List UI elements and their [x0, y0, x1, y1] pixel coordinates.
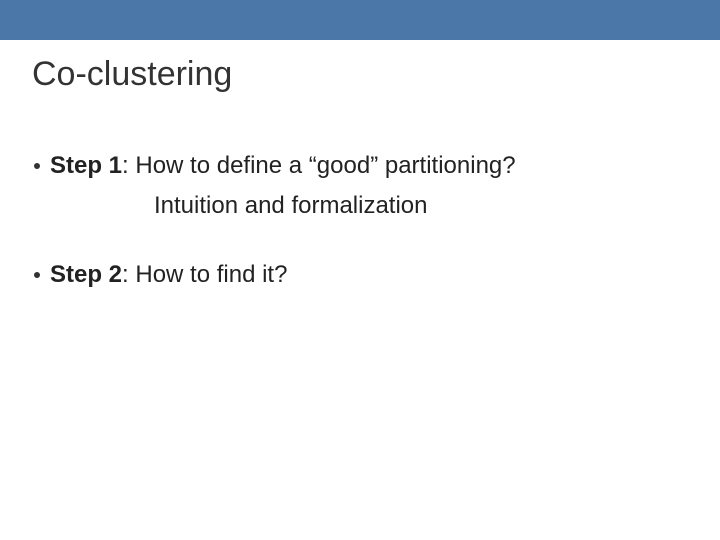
bullet-label: Step 2 — [50, 261, 122, 288]
bullet-dot-icon — [34, 272, 40, 278]
slide-content: Step 1: How to define a “good” partition… — [34, 150, 686, 299]
bullet-text: Step 2: How to find it? — [50, 259, 287, 291]
bullet-text: Step 1: How to define a “good” partition… — [50, 150, 516, 182]
bullet-item: Step 1: How to define a “good” partition… — [34, 150, 686, 182]
bullet-rest: : How to find it? — [122, 261, 287, 288]
bullet-label: Step 1 — [50, 152, 122, 179]
bullet-subtext: Intuition and formalization — [154, 190, 686, 222]
bullet-rest: : How to define a “good” partitioning? — [122, 152, 516, 179]
top-accent-bar — [0, 0, 720, 40]
slide-title: Co-clustering — [32, 55, 232, 94]
bullet-item: Step 2: How to find it? — [34, 259, 686, 291]
slide: Co-clustering Step 1: How to define a “g… — [0, 0, 720, 540]
bullet-dot-icon — [34, 163, 40, 169]
